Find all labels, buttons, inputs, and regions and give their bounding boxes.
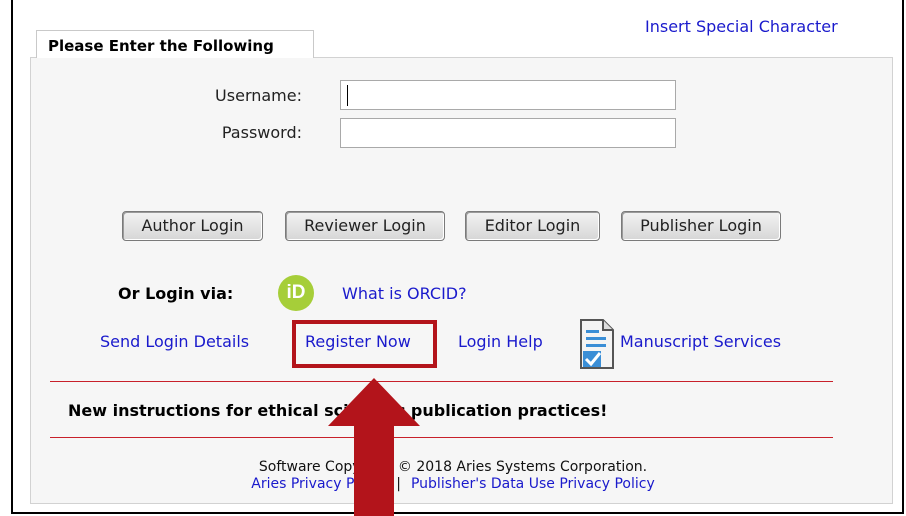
password-input[interactable] [340, 118, 676, 148]
divider-top [50, 381, 833, 382]
password-label: Password: [221, 123, 302, 142]
form-tab-title: Please Enter the Following [36, 30, 314, 58]
publisher-login-button[interactable]: Publisher Login [621, 211, 781, 241]
insert-special-character-link[interactable]: Insert Special Character [645, 17, 838, 36]
manuscript-services-link[interactable]: Manuscript Services [620, 332, 781, 351]
send-login-details-link[interactable]: Send Login Details [100, 332, 249, 351]
register-highlight-box [292, 320, 437, 368]
what-is-orcid-link[interactable]: What is ORCID? [342, 284, 467, 303]
footer-links: Aries Privacy Policy | Publisher's Data Us… [0, 475, 906, 493]
orcid-icon[interactable]: iD [278, 275, 314, 311]
text-caret [347, 85, 348, 106]
reviewer-login-button[interactable]: Reviewer Login [285, 211, 445, 241]
red-arrow-up-icon [328, 378, 420, 516]
username-input[interactable] [340, 80, 676, 110]
orcid-login-label: Or Login via: [118, 284, 234, 303]
login-help-link[interactable]: Login Help [458, 332, 543, 351]
author-login-button[interactable]: Author Login [122, 211, 263, 241]
copyright-text: Software Copyright © 2018 Aries Systems … [258, 459, 648, 475]
divider-bottom [50, 437, 833, 438]
username-label: Username: [215, 86, 302, 105]
data-use-privacy-policy-link[interactable]: Publisher's Data Use Privacy Policy [411, 476, 655, 492]
editor-login-button[interactable]: Editor Login [465, 211, 600, 241]
manuscript-document-icon[interactable] [577, 318, 617, 370]
